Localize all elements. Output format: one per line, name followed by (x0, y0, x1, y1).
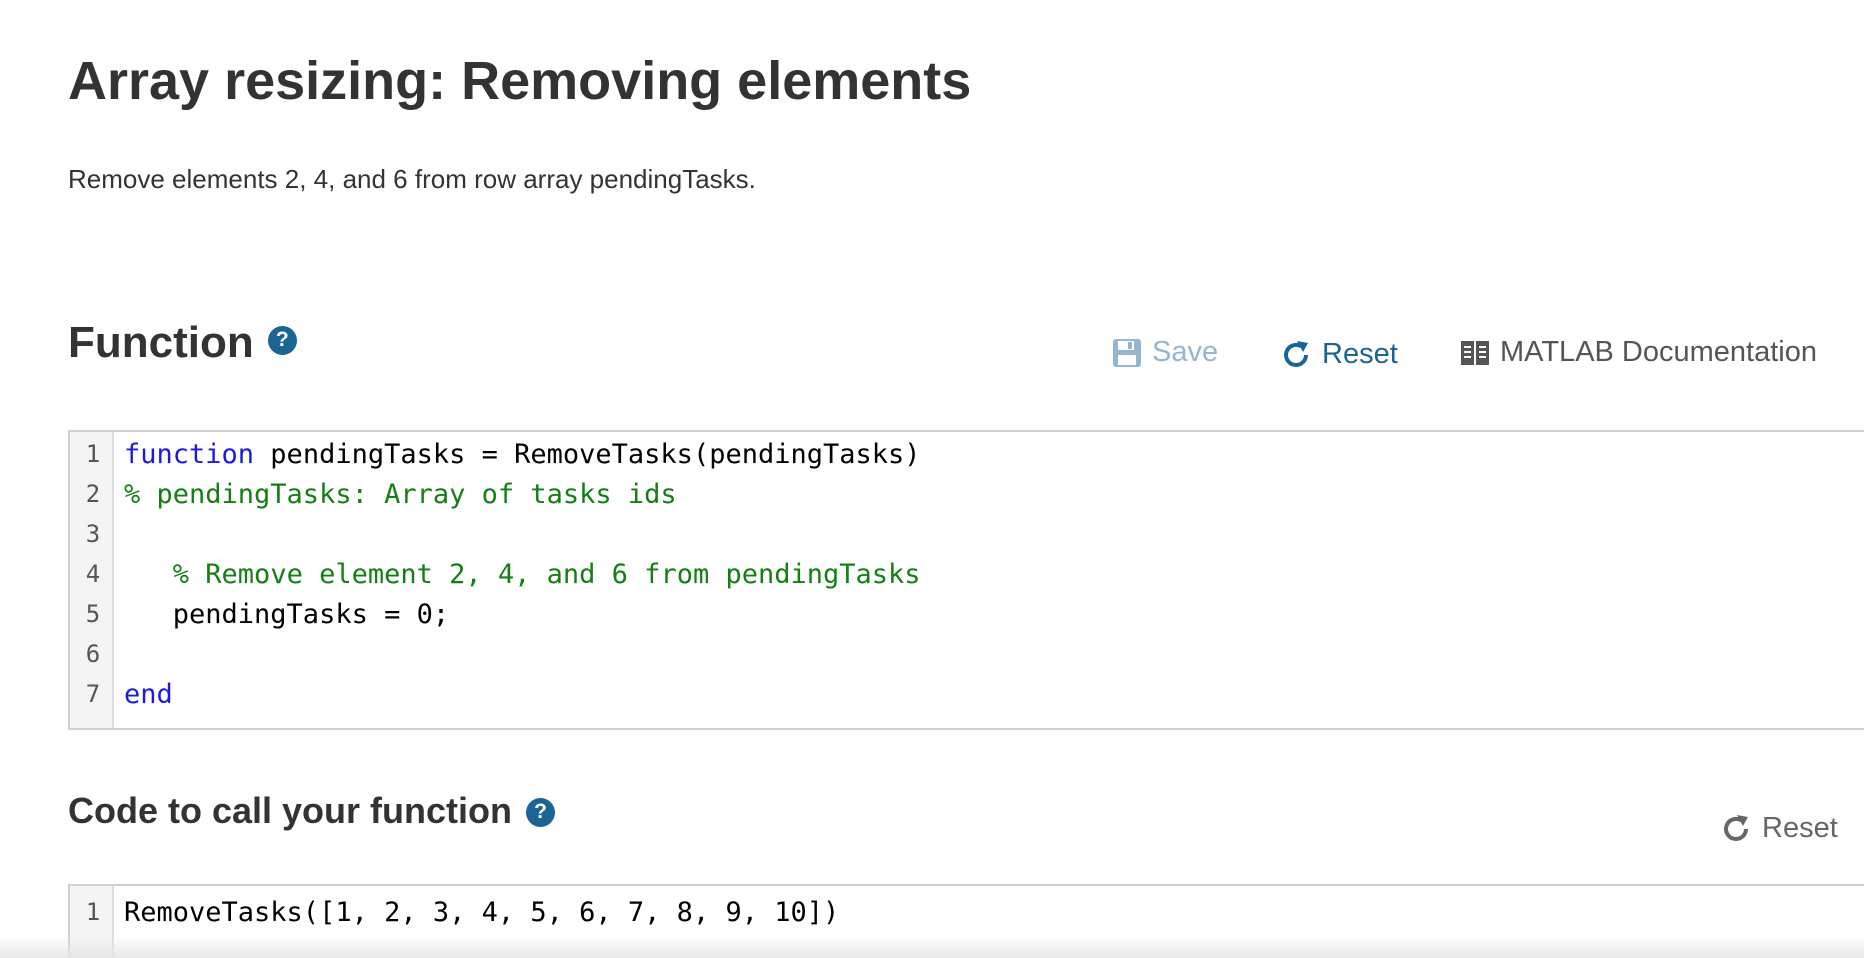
call-reset-button[interactable]: Reset (1720, 812, 1838, 845)
line-number: 4 (85, 560, 101, 588)
code-text: RemoveTasks([1, 2, 3, 4, 5, 6, 7, 8, 9, … (114, 897, 839, 928)
code-line[interactable]: 7 end (70, 674, 1864, 714)
call-reset-label: Reset (1762, 812, 1838, 844)
bottom-fade (0, 936, 1864, 958)
line-number: 1 (85, 898, 101, 926)
code-line[interactable]: 1 RemoveTasks([1, 2, 3, 4, 5, 6, 7, 8, 9,… (70, 892, 1864, 932)
line-number: 6 (85, 640, 101, 668)
problem-prompt: Remove elements 2, 4, and 6 from row arr… (68, 164, 756, 194)
code-text: % Remove element 2, 4, and 6 from pendin… (114, 559, 921, 590)
function-heading-label: Function (68, 318, 254, 367)
code-text: % pendingTasks: Array of tasks ids (114, 479, 677, 510)
line-number: 3 (85, 520, 101, 548)
code-text: pendingTasks = 0; (114, 599, 449, 630)
code-line[interactable]: 3 (70, 514, 1864, 554)
code-text: function pendingTasks = RemoveTasks(pend… (114, 439, 921, 470)
code-text: end (114, 679, 173, 710)
code-keyword: function (124, 438, 255, 470)
code-token: pendingTasks = 0; (124, 598, 450, 630)
save-label: Save (1152, 336, 1219, 368)
matlab-documentation-link[interactable]: MATLAB Documentation (1460, 336, 1817, 369)
call-heading-label: Code to call your function (68, 790, 513, 831)
reset-button[interactable]: Reset (1280, 338, 1398, 371)
page-title: Array resizing: Removing elements (68, 51, 972, 111)
line-number: 2 (85, 480, 101, 508)
page: Array resizing: Removing elements Remove… (0, 0, 1864, 958)
save-button[interactable]: Save (1112, 336, 1218, 369)
save-icon (1113, 338, 1141, 367)
code-keyword: end (124, 678, 173, 710)
reset-icon (1724, 814, 1748, 841)
call-heading: Code to call your function ? (68, 790, 556, 832)
line-number: 5 (85, 600, 101, 628)
question-circle-icon[interactable]: ? (526, 797, 556, 827)
code-comment: % Remove element 2, 4, and 6 from pendin… (172, 558, 921, 590)
line-number: 1 (85, 440, 101, 468)
code-line[interactable]: 4 % Remove element 2, 4, and 6 from pend… (70, 554, 1864, 594)
code-token: RemoveTasks([1, 2, 3, 4, 5, 6, 7, 8, 9, … (124, 896, 840, 928)
function-code-editor[interactable]: 1 function pendingTasks = RemoveTasks(pen… (68, 430, 1864, 730)
code-line[interactable]: 1 function pendingTasks = RemoveTasks(pen… (70, 434, 1864, 474)
code-comment: % pendingTasks: Array of tasks ids (124, 478, 677, 510)
reset-icon (1284, 340, 1308, 367)
question-circle-icon[interactable]: ? (267, 325, 297, 355)
line-number: 7 (85, 680, 101, 708)
code-token: pendingTasks = RemoveTasks(pendingTasks) (254, 438, 921, 470)
reset-label: Reset (1322, 338, 1398, 370)
code-line[interactable]: 6 (70, 634, 1864, 674)
docs-label: MATLAB Documentation (1500, 336, 1817, 368)
function-heading: Function ? (68, 318, 297, 368)
code-line[interactable]: 2 % pendingTasks: Array of tasks ids (70, 474, 1864, 514)
code-line[interactable]: 5 pendingTasks = 0; (70, 594, 1864, 634)
book-icon (1461, 340, 1489, 365)
